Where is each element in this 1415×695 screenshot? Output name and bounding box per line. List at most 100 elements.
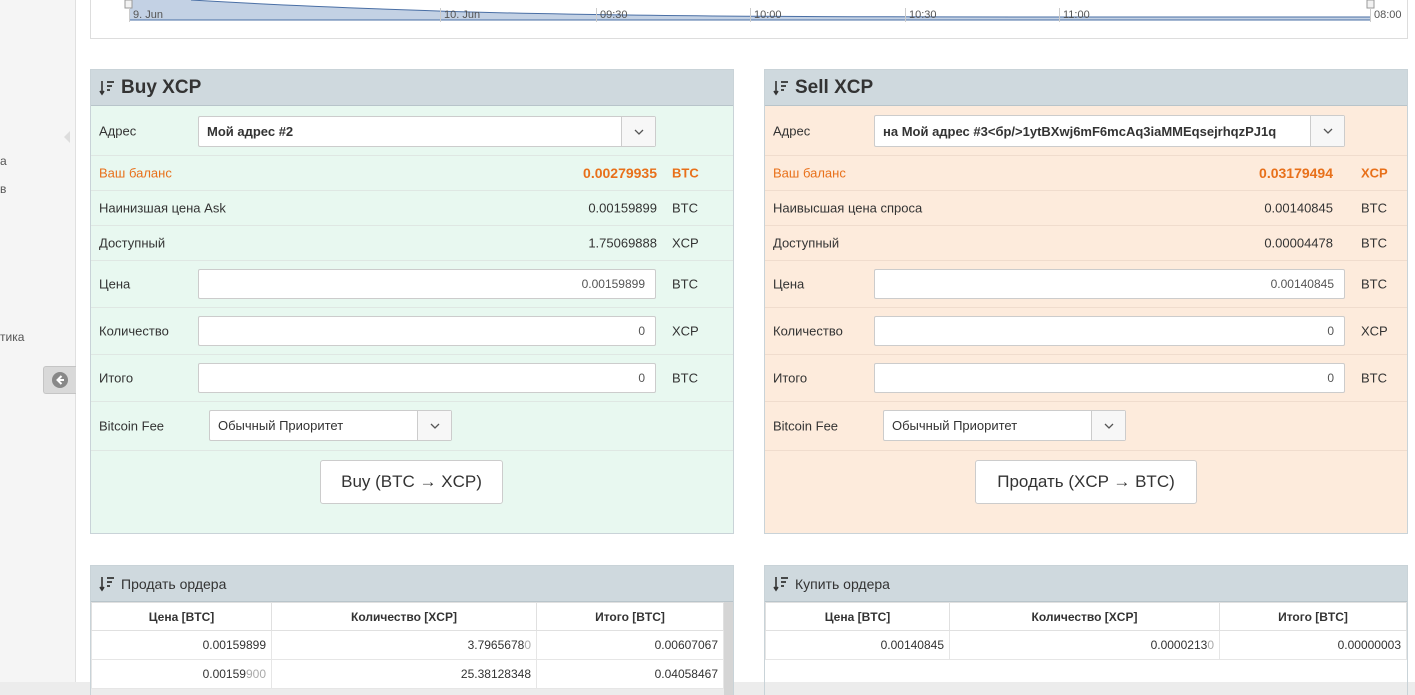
axis-tick-label: 9. Jun (129, 8, 163, 22)
table-cell: 25.38128348 (271, 659, 537, 689)
buy-quantity-input[interactable]: 0 (198, 316, 656, 346)
buy-orders-table: Цена [BTC] Количество [XCP] Итого [BTC] … (765, 602, 1407, 660)
available-value: 1.75069888 (588, 235, 657, 251)
table-row[interactable]: 0.00159899 3.79656780 0.00607067 (91, 630, 724, 660)
buy-address-row: Адрес Мой адрес #2 (91, 106, 733, 156)
chevron-down-icon (417, 411, 451, 440)
buy-form: Адрес Мой адрес #2 Ваш баланс 0.00279935… (91, 106, 733, 533)
buy-submit-button[interactable]: Buy (BTC → XCP) (320, 460, 503, 504)
sort-icon (99, 80, 114, 95)
table-header-row: Цена [BTC] Количество [XCP] Итого [BTC] (765, 602, 1407, 631)
sell-button-label: Продать (XCP → BTC) (997, 472, 1175, 491)
fee-value: Обычный Приоритет (892, 418, 1018, 433)
address-value: на Мой адрес #3<бр/>1ytBXwj6mF6mcAq3iaMM… (883, 123, 1277, 139)
table-cell: 0.00159900 (91, 659, 272, 689)
available-value: 0.00004478 (1264, 235, 1333, 251)
sell-form: Адрес на Мой адрес #3<бр/>1ytBXwj6mF6mcA… (765, 106, 1407, 533)
balance-unit: BTC (672, 165, 699, 181)
table-cell: 0.00002130 (949, 630, 1220, 660)
sell-total-input[interactable]: 0 (874, 363, 1345, 393)
table-row[interactable]: 0.00140845 0.00002130 0.00000003 (765, 630, 1407, 660)
table-cell: 0.00607067 (536, 630, 724, 660)
price-unit: BTC (1361, 276, 1387, 292)
quantity-input-value: 0 (1327, 324, 1334, 338)
sidebar: а в тика (0, 0, 76, 682)
buy-lowest-ask-row: Наинизшая цена Ask 0.00159899 BTC (91, 191, 733, 226)
sell-fee-row: Bitcoin Fee Обычный Приоритет (765, 402, 1407, 451)
chevron-down-icon (1310, 116, 1344, 146)
sidebar-item-label[interactable]: а (0, 154, 7, 168)
column-header[interactable]: Итого [BTC] (536, 602, 724, 631)
buy-address-select[interactable]: Мой адрес #2 (198, 116, 656, 147)
buy-total-row: Итого 0 BTC (91, 355, 733, 402)
sell-orders-scrollbar[interactable] (724, 602, 733, 695)
total-input-value: 0 (638, 371, 645, 385)
sell-submit-button[interactable]: Продать (XCP → BTC) (975, 460, 1197, 504)
buy-price-input[interactable]: 0.00159899 (198, 269, 656, 299)
sell-quantity-row: Количество 0 XCP (765, 308, 1407, 355)
fee-label: Bitcoin Fee (99, 418, 165, 434)
table-cell: 3.79656780 (271, 630, 537, 660)
buy-available-row: Доступный 1.75069888 XCP (91, 226, 733, 261)
table-header-row: Цена [BTC] Количество [XCP] Итого [BTC] (91, 602, 724, 631)
sidebar-item-label[interactable]: в (0, 182, 6, 196)
column-header[interactable]: Цена [BTC] (91, 602, 272, 631)
buy-panel: Buy XCP Адрес Мой адрес #2 Ваш баланс 0.… (90, 69, 734, 534)
buy-balance-row: Ваш баланс 0.00279935 BTC (91, 156, 733, 191)
lowest-ask-unit: BTC (672, 200, 698, 216)
sidebar-collapse-button[interactable] (43, 366, 76, 394)
balance-label: Ваш баланс (99, 165, 172, 181)
sell-panel-header: Sell XCP (765, 70, 1407, 106)
highest-bid-label: Наивысшая цена спроса (773, 200, 923, 216)
column-header[interactable]: Цена [BTC] (765, 602, 950, 631)
lowest-ask-label: Наинизшая цена Ask (99, 200, 226, 216)
sell-quantity-input[interactable]: 0 (874, 316, 1345, 346)
total-unit: BTC (1361, 370, 1387, 386)
sell-panel-title: Sell XCP (795, 76, 874, 98)
buy-button-label: Buy (BTC → XCP) (341, 472, 482, 491)
column-header[interactable]: Количество [XCP] (271, 602, 537, 631)
axis-tick-label: 10:00 (750, 8, 782, 22)
sort-icon (99, 576, 114, 591)
buy-quantity-row: Количество 0 XCP (91, 308, 733, 355)
axis-tick-label: 08:00 (1370, 8, 1402, 22)
sort-icon (773, 80, 788, 95)
axis-tick-label: 11:00 (1059, 8, 1090, 22)
sell-price-input[interactable]: 0.00140845 (874, 269, 1345, 299)
navigator-handle-left (124, 0, 133, 9)
sell-orders-table-wrap: Цена [BTC] Количество [XCP] Итого [BTC] … (91, 602, 724, 689)
sell-balance-row: Ваш баланс 0.03179494 XCP (765, 156, 1407, 191)
buy-fee-select[interactable]: Обычный Приоритет (209, 410, 452, 441)
fee-label: Bitcoin Fee (773, 418, 839, 434)
axis-tick-label: 10:30 (905, 8, 937, 22)
table-cell: 0.00159899 (91, 630, 272, 660)
sell-highest-bid-row: Наивысшая цена спроса 0.00140845 BTC (765, 191, 1407, 226)
address-label: Адрес (99, 123, 137, 138)
sidebar-item-label[interactable]: тика (0, 330, 24, 344)
highest-bid-unit: BTC (1361, 200, 1387, 216)
sidebar-pointer (64, 131, 70, 143)
price-label: Цена (99, 276, 131, 292)
price-chart-navigator[interactable]: 9. Jun 10. Jun 09:30 10:00 10:30 11:00 0… (90, 0, 1408, 39)
quantity-input-value: 0 (638, 324, 645, 338)
table-row[interactable]: 0.00159900 25.38128348 0.04058467 (91, 659, 724, 689)
buy-orders-panel: Купить ордера Цена [BTC] Количество [XCP… (764, 565, 1408, 695)
sell-orders-header: Продать ордера (91, 566, 733, 602)
total-label: Итого (99, 370, 134, 386)
sell-address-select[interactable]: на Мой адрес #3<бр/>1ytBXwj6mF6mcAq3iaMM… (874, 115, 1345, 147)
quantity-label: Количество (773, 323, 843, 339)
table-cell: 0.00000003 (1219, 630, 1407, 660)
fee-value: Обычный Приоритет (218, 418, 344, 433)
column-header[interactable]: Количество [XCP] (949, 602, 1220, 631)
main-content: 9. Jun 10. Jun 09:30 10:00 10:30 11:00 0… (76, 0, 1415, 695)
sell-panel: Sell XCP Адрес на Мой адрес #3<бр/>1ytBX… (764, 69, 1408, 534)
quantity-unit: XCP (672, 323, 699, 339)
address-label: Адрес (773, 123, 811, 138)
available-label: Доступный (99, 235, 166, 251)
sell-fee-select[interactable]: Обычный Приоритет (883, 410, 1126, 441)
buy-orders-header: Купить ордера (765, 566, 1407, 602)
price-input-value: 0.00159899 (581, 277, 645, 291)
total-unit: BTC (672, 370, 698, 386)
column-header[interactable]: Итого [BTC] (1219, 602, 1407, 631)
buy-total-input[interactable]: 0 (198, 363, 656, 393)
